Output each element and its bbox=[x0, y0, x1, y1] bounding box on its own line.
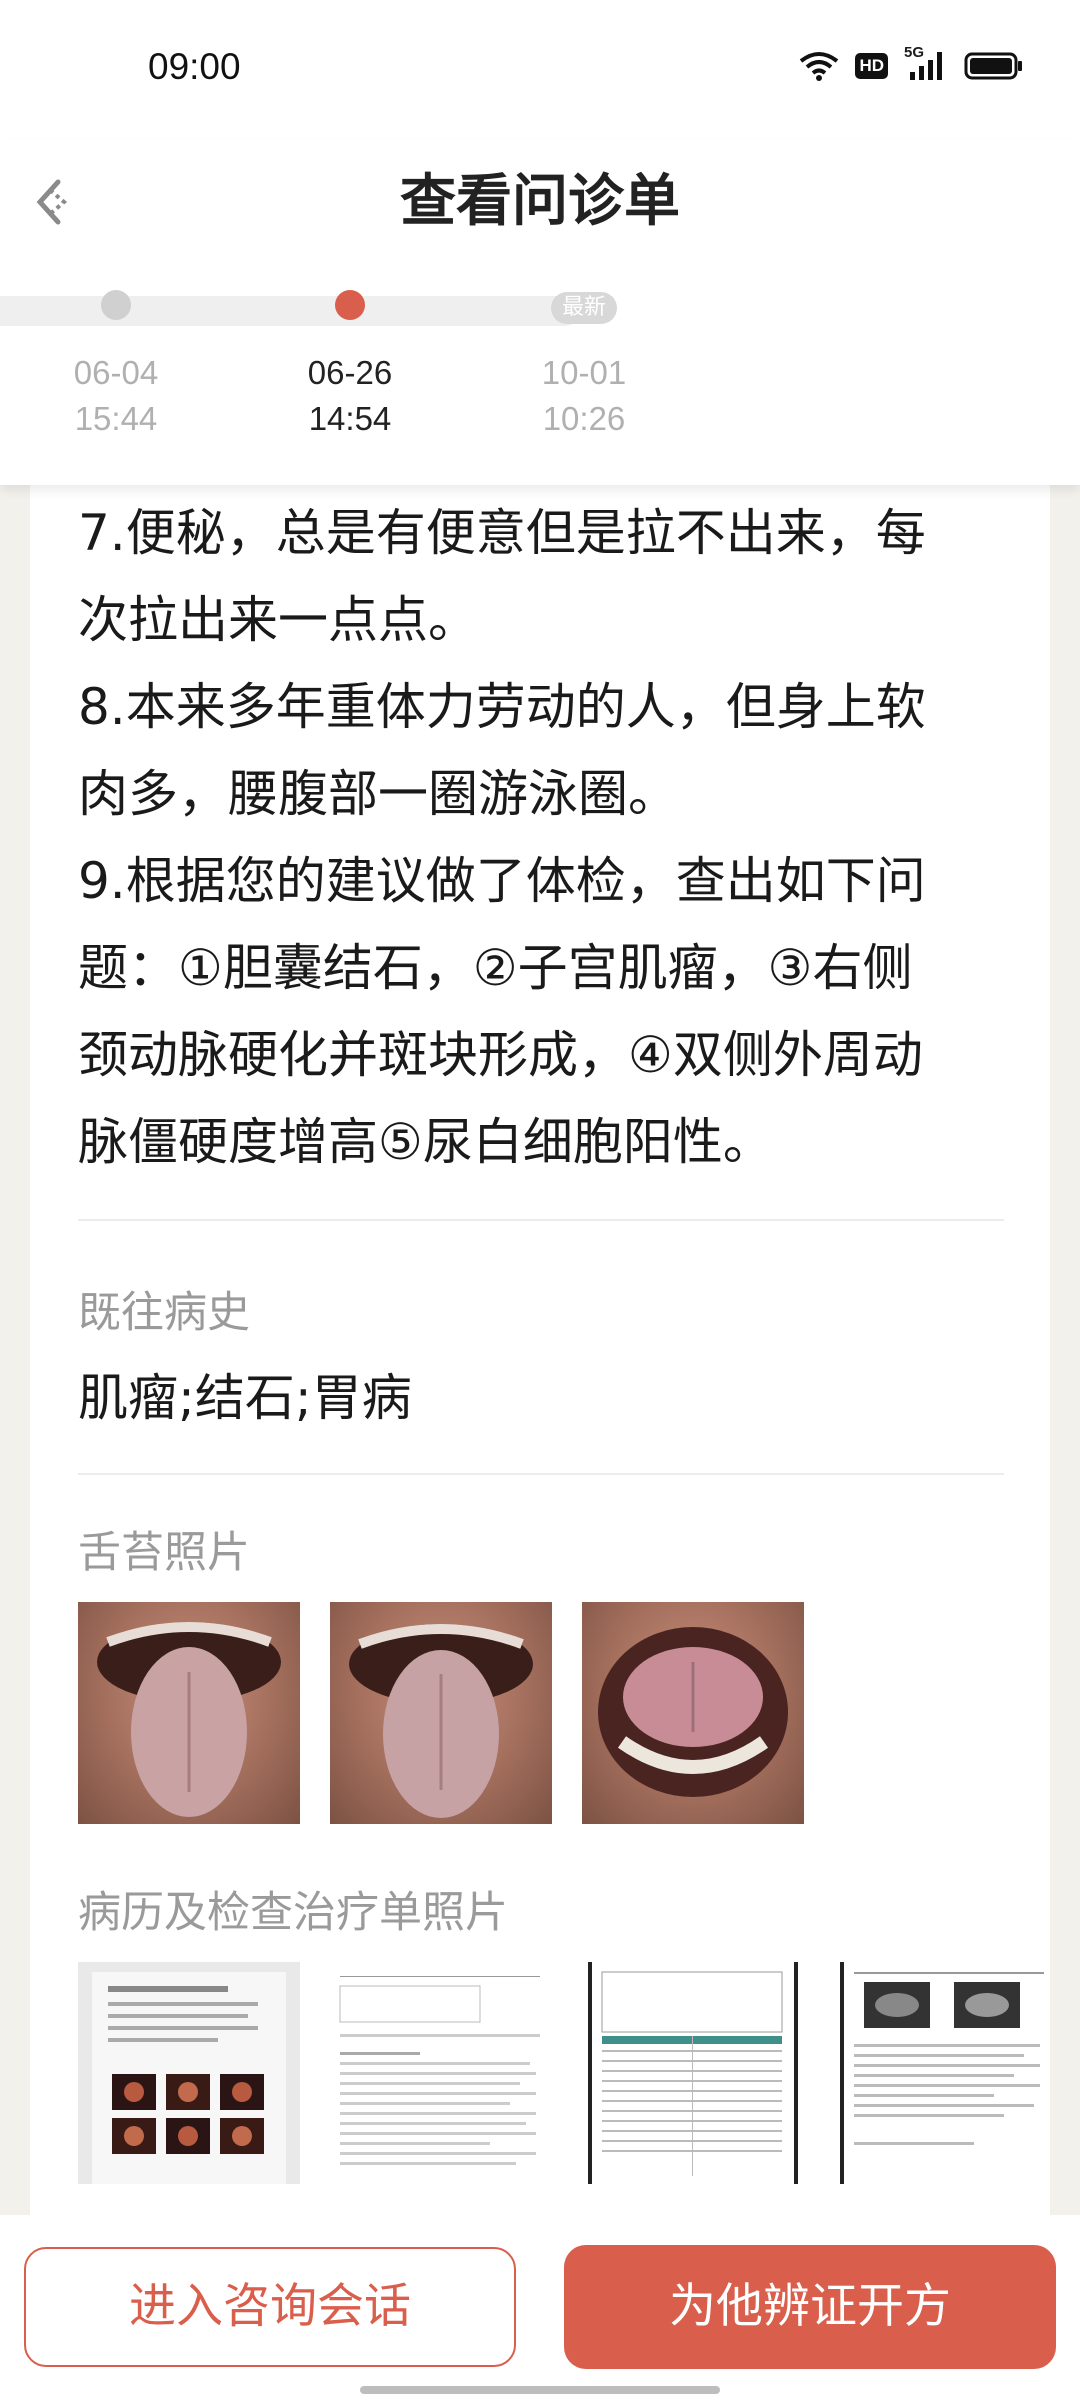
bottom-action-bar: 进入咨询会话 为他辨证开方 bbox=[0, 2215, 1080, 2400]
timeline-entry-1[interactable]: 06-04 15:44 bbox=[16, 350, 216, 442]
record-photo[interactable] bbox=[834, 1962, 1050, 2184]
tongue-photo[interactable] bbox=[330, 1602, 552, 1824]
history-label: 既往病史 bbox=[78, 1288, 250, 1338]
record-photo[interactable] bbox=[78, 1962, 300, 2184]
tongue-photos-label: 舌苔照片 bbox=[78, 1528, 250, 1578]
symptom-line: 题：①胆囊结石，②子宫肌瘤，③右侧 bbox=[78, 939, 913, 997]
symptom-line: 8.本来多年重体力劳动的人，但身上软 bbox=[78, 678, 926, 736]
symptom-line: 颈动脉硬化并斑块形成，④双侧外周动 bbox=[78, 1026, 923, 1084]
status-time: 09:00 bbox=[148, 46, 241, 87]
status-bar: 09:00 HD 5G bbox=[0, 0, 1080, 140]
page-title: 查看问诊单 bbox=[400, 169, 680, 234]
wifi-icon bbox=[800, 52, 839, 81]
divider bbox=[78, 1473, 1004, 1475]
history-value: 肌瘤;结石;胃病 bbox=[78, 1369, 412, 1427]
header: 查看问诊单 最新 06-04 15:44 06-26 14:54 10-01 1… bbox=[0, 140, 1080, 485]
tongue-photo[interactable] bbox=[78, 1602, 300, 1824]
latest-badge[interactable]: 最新 bbox=[551, 292, 617, 324]
symptom-line: 7.便秘，总是有便意但是拉不出来，每 bbox=[78, 504, 926, 562]
battery-icon bbox=[964, 52, 1022, 80]
tongue-photo[interactable] bbox=[582, 1602, 804, 1824]
symptom-line: 次拉出来一点点。 bbox=[78, 591, 478, 649]
timeline-dot-2-active[interactable] bbox=[335, 290, 365, 320]
enter-consultation-button[interactable]: 进入咨询会话 bbox=[24, 2247, 516, 2367]
record-photos bbox=[78, 1962, 1050, 2184]
timeline-entry-2[interactable]: 06-26 14:54 bbox=[250, 350, 450, 442]
home-indicator[interactable] bbox=[360, 2386, 720, 2394]
prescribe-button[interactable]: 为他辨证开方 bbox=[564, 2245, 1056, 2369]
symptom-line: 脉僵硬度增高⑤尿白细胞阳性。 bbox=[78, 1113, 773, 1171]
cellular-signal-icon: 5G bbox=[904, 44, 948, 82]
timeline-dot-1[interactable] bbox=[101, 290, 131, 320]
hd-badge: HD bbox=[855, 53, 888, 79]
records-photos-label: 病历及检查治疗单照片 bbox=[78, 1888, 508, 1938]
symptom-line: 9.根据您的建议做了体检，查出如下问 bbox=[78, 852, 926, 910]
timeline-entry-3[interactable]: 10-01 10:26 bbox=[484, 350, 684, 442]
divider bbox=[78, 1219, 1004, 1221]
record-photo[interactable] bbox=[330, 1962, 552, 2184]
symptom-description: 7.便秘，总是有便意但是拉不出来，每 次拉出来一点点。 8.本来多年重体力劳动的… bbox=[78, 490, 1018, 1186]
symptom-line: 肉多，腰腹部一圈游泳圈。 bbox=[78, 765, 678, 823]
tongue-photos bbox=[78, 1602, 804, 1824]
consultation-card: 7.便秘，总是有便意但是拉不出来，每 次拉出来一点点。 8.本来多年重体力劳动的… bbox=[30, 470, 1050, 2215]
timeline-track bbox=[0, 296, 580, 326]
status-icons: HD 5G bbox=[799, 44, 1024, 82]
record-photo[interactable] bbox=[582, 1962, 804, 2184]
